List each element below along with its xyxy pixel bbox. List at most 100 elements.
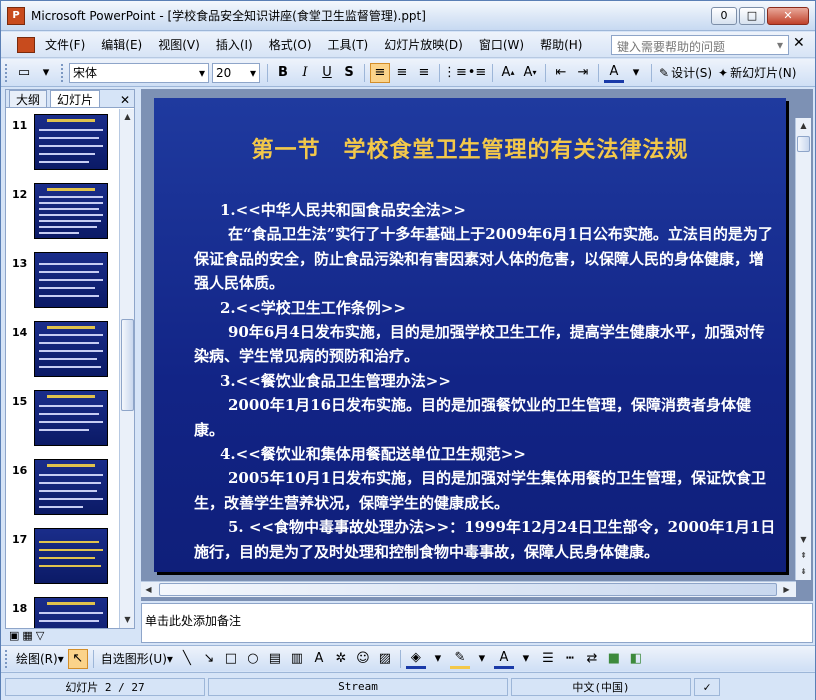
font-color-icon[interactable]: A	[493, 649, 514, 669]
scrollbar-thumb[interactable]	[121, 319, 134, 411]
slide-thumbnail-16[interactable]: 16	[6, 454, 118, 520]
font-size-select[interactable]: 20 ▾	[212, 62, 260, 83]
slide-sorter-icon[interactable]: ▦	[22, 629, 32, 643]
menu-view[interactable]: 视图(V)	[150, 36, 208, 53]
chevron-down-icon[interactable]: ▾	[428, 649, 448, 669]
slide-body[interactable]: 1.<<中华人民共和国食品安全法>> 在“食品卫生法”实行了十多年基础上于2009…	[194, 198, 776, 564]
decrease-font-icon[interactable]: A ▾	[520, 63, 540, 83]
align-center-icon[interactable]: ≡	[392, 63, 412, 83]
line-color-icon[interactable]: ✎	[449, 649, 470, 669]
toolbar-grip-2[interactable]	[61, 63, 65, 82]
menu-format[interactable]: 格式(O)	[261, 36, 320, 53]
arrow-icon[interactable]: ↘	[199, 649, 219, 669]
shadow-icon[interactable]: S	[339, 63, 359, 83]
underline-icon[interactable]: U	[317, 63, 337, 83]
toolbar-grip[interactable]	[5, 649, 9, 668]
select-pointer-icon[interactable]: ↖	[67, 648, 88, 669]
next-slide-icon[interactable]: ⇟	[796, 564, 811, 579]
new-slide-button[interactable]: ✦ 新幻灯片(N)	[715, 64, 799, 81]
font-name-select[interactable]: 宋体 ▾	[69, 62, 209, 83]
draw-menu-button[interactable]: 绘图(R) ▾	[13, 650, 67, 667]
editor-horizontal-scrollbar[interactable]: ◀ ▶	[141, 581, 796, 597]
autoshapes-button[interactable]: 自选图形(U) ▾	[98, 650, 176, 667]
slide-title[interactable]: 第一节 学校食堂卫生管理的有关法律法规	[154, 132, 786, 164]
slideshow-view-icon[interactable]: ▽	[36, 629, 44, 643]
slide-thumbnail-15[interactable]: 15	[6, 385, 118, 451]
slide-thumbnail-18[interactable]: 18	[6, 592, 118, 628]
toolbar-options-icon[interactable]: ▾	[36, 63, 56, 83]
pane-close-icon[interactable]: ✕	[120, 93, 130, 107]
line-style-icon[interactable]: ☰	[538, 649, 558, 669]
slide-canvas[interactable]: 第一节 学校食堂卫生管理的有关法律法规 1.<<中华人民共和国食品安全法>> 在“…	[154, 98, 786, 572]
diagram-icon[interactable]: ✲	[331, 649, 351, 669]
menu-file[interactable]: 文件(F)	[37, 36, 93, 53]
slide-thumbnail-12[interactable]: 12	[6, 178, 118, 244]
textbox-icon[interactable]: ▤	[265, 649, 285, 669]
arrow-style-icon[interactable]: ⇄	[582, 649, 602, 669]
scroll-down-icon[interactable]: ▼	[796, 532, 811, 547]
oval-icon[interactable]: ○	[243, 649, 263, 669]
picture-icon[interactable]: ▨	[375, 649, 395, 669]
clipart-icon[interactable]: ☺	[353, 649, 373, 669]
shadow-style-icon[interactable]: ■	[604, 649, 624, 669]
slide-thumbnail-11[interactable]: 11	[6, 109, 118, 175]
bold-icon[interactable]: B	[273, 63, 293, 83]
scrollbar-thumb[interactable]	[797, 136, 810, 152]
scroll-right-icon[interactable]: ▶	[779, 582, 794, 597]
new-document-icon[interactable]: ▭	[14, 63, 34, 83]
document-close-icon[interactable]: ✕	[793, 35, 805, 51]
scroll-left-icon[interactable]: ◀	[141, 582, 156, 597]
slide-thumbnail-image	[34, 597, 108, 628]
wordart-icon[interactable]: A	[309, 649, 329, 669]
align-left-icon[interactable]: ≡	[370, 62, 390, 83]
chevron-down-icon[interactable]: ▾	[516, 649, 536, 669]
chevron-down-icon[interactable]: ▾	[472, 649, 492, 669]
scrollbar-thumb[interactable]	[159, 583, 777, 596]
minimize-button[interactable]: 0	[711, 6, 737, 25]
scroll-down-icon[interactable]: ▼	[120, 612, 135, 627]
maximize-button[interactable]: □	[739, 6, 765, 25]
editor-vertical-scrollbar[interactable]: ▲ ▼ ⇞ ⇟	[795, 118, 811, 580]
previous-slide-icon[interactable]: ⇞	[796, 548, 811, 563]
design-button[interactable]: ✎ 设计(S)	[656, 64, 715, 81]
increase-font-icon[interactable]: A ▴	[498, 63, 518, 83]
slide-thumbnail-17[interactable]: 17	[6, 523, 118, 589]
help-search-input[interactable]: 键入需要帮助的问题 ▾	[611, 35, 789, 55]
line-icon[interactable]: ╲	[177, 649, 197, 669]
align-right-icon[interactable]: ≡	[414, 63, 434, 83]
formatting-toolbar: ▭ ▾ 宋体 ▾ 20 ▾ B I U S ≡ ≡ ≡ ⋮≡ •≡ A ▴ A ▾ …	[1, 59, 815, 87]
italic-icon[interactable]: I	[295, 63, 315, 83]
toolbar-grip[interactable]	[5, 63, 9, 82]
menu-tools[interactable]: 工具(T)	[320, 36, 377, 53]
dash-style-icon[interactable]: ┅	[560, 649, 580, 669]
menu-window[interactable]: 窗口(W)	[471, 36, 532, 53]
font-color-icon[interactable]: A	[604, 63, 624, 83]
document-icon[interactable]	[17, 36, 35, 53]
normal-view-icon[interactable]: ▣	[9, 629, 19, 643]
scroll-up-icon[interactable]: ▲	[796, 118, 811, 133]
rectangle-icon[interactable]: □	[221, 649, 241, 669]
close-button[interactable]: ✕	[767, 6, 809, 25]
tab-slides[interactable]: 幻灯片	[50, 90, 101, 107]
vertical-textbox-icon[interactable]: ▥	[287, 649, 307, 669]
chevron-down-icon[interactable]: ▾	[626, 63, 646, 83]
thumbnail-scrollbar[interactable]: ▲ ▼	[119, 109, 134, 628]
fill-color-icon[interactable]: ◈	[405, 649, 426, 669]
spelling-icon[interactable]: ✓	[694, 677, 720, 696]
menu-edit[interactable]: 编辑(E)	[93, 36, 150, 53]
tab-outline[interactable]: 大纲	[9, 90, 48, 107]
slide-thumbnail-14[interactable]: 14	[6, 316, 118, 382]
3d-style-icon[interactable]: ◧	[626, 649, 646, 669]
numbering-icon[interactable]: ⋮≡	[443, 63, 467, 83]
powerpoint-app-icon[interactable]: P	[7, 6, 25, 25]
scroll-up-icon[interactable]: ▲	[120, 109, 135, 124]
chevron-down-icon[interactable]: ▾	[777, 38, 783, 52]
menu-help[interactable]: 帮助(H)	[532, 36, 590, 53]
bullets-icon[interactable]: •≡	[467, 63, 487, 83]
menu-slideshow[interactable]: 幻灯片放映(D)	[376, 36, 471, 53]
increase-indent-icon[interactable]: ⇥	[573, 63, 593, 83]
menu-insert[interactable]: 插入(I)	[208, 36, 261, 53]
notes-pane[interactable]: 单击此处添加备注	[141, 603, 813, 643]
decrease-indent-icon[interactable]: ⇤	[551, 63, 571, 83]
slide-thumbnail-13[interactable]: 13	[6, 247, 118, 313]
